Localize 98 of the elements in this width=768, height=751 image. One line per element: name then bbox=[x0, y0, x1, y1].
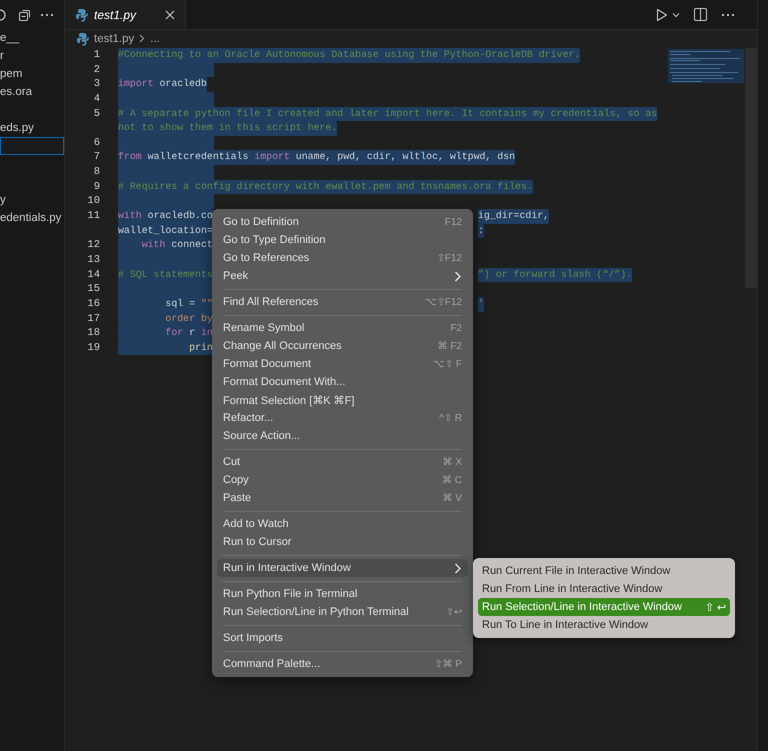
shortcut-text: ⌘ X bbox=[442, 456, 462, 468]
menu-item[interactable]: Peek bbox=[217, 267, 468, 285]
python-icon bbox=[75, 8, 88, 22]
shortcut-text: ⌥⇧F12 bbox=[424, 296, 462, 308]
file-item[interactable]: pem bbox=[0, 65, 64, 83]
code-text: ' bbox=[478, 296, 484, 312]
menu-item[interactable]: Go to References ⇧F12 bbox=[217, 249, 468, 267]
code-text: wallet_location= bbox=[118, 224, 213, 238]
line-number: 7 bbox=[92, 150, 101, 166]
code-text: not to show them in this script here. bbox=[118, 121, 338, 136]
line-number: 16 bbox=[86, 296, 101, 312]
line-number: 18 bbox=[86, 326, 101, 341]
more-icon[interactable] bbox=[721, 12, 735, 16]
chevron-right-icon bbox=[139, 34, 146, 43]
breadcrumb-item[interactable]: test1.py bbox=[94, 32, 134, 44]
line-number: 4 bbox=[92, 92, 101, 107]
code-text: for r in bbox=[118, 326, 213, 341]
scrollbar[interactable] bbox=[745, 48, 757, 288]
shortcut-text: F2 bbox=[450, 322, 462, 334]
code-text: # A separate python file I created and later import here. It contains my credentials, so as bbox=[118, 106, 658, 122]
menu-item[interactable]: Change All Occurrences ⌘ F2 bbox=[217, 337, 468, 355]
menu-item[interactable]: Command Palette... ⇧⌘ P bbox=[217, 655, 468, 673]
line-number: 13 bbox=[86, 252, 101, 268]
breadcrumb-item[interactable]: ... bbox=[150, 32, 160, 44]
code-text: with oracledb.co bbox=[118, 209, 213, 224]
shortcut-text: ⌥⇧ F bbox=[433, 358, 462, 370]
file-item[interactable]: e__ bbox=[0, 29, 64, 47]
shortcut-text: ⇧↩ bbox=[446, 606, 462, 618]
menu-item[interactable]: Sort Imports bbox=[217, 629, 468, 647]
menu-item[interactable]: Add to Watch bbox=[217, 515, 468, 533]
split-editor-icon[interactable] bbox=[694, 8, 707, 21]
collapse-icon[interactable] bbox=[18, 8, 32, 22]
code-text: with connect bbox=[118, 238, 213, 253]
line-number: 8 bbox=[92, 165, 101, 180]
line-number: 5 bbox=[92, 106, 101, 122]
menu-item[interactable]: Copy ⌘ C bbox=[217, 471, 468, 489]
menu-item[interactable]: Cut ⌘ X bbox=[217, 453, 468, 471]
menu-item[interactable]: Source Action... bbox=[217, 427, 468, 445]
menu-item[interactable]: Find All References ⌥⇧F12 bbox=[217, 293, 468, 311]
line-number: 19 bbox=[86, 340, 101, 356]
close-icon[interactable] bbox=[165, 10, 175, 20]
shortcut-text: ⌘ V bbox=[442, 492, 462, 504]
menu-item[interactable]: Run Selection/Line in Interactive Window ⇧ ↩ bbox=[478, 598, 730, 616]
menu-item[interactable]: Run To Line in Interactive Window bbox=[478, 616, 730, 634]
menu-item[interactable]: Go to Type Definition bbox=[217, 231, 468, 249]
line-number: 10 bbox=[86, 194, 101, 210]
shortcut-text: ⇧ ↩ bbox=[704, 600, 726, 614]
editor-tab[interactable]: test1.py bbox=[65, 0, 186, 29]
menu-item[interactable]: Format Document With... bbox=[217, 373, 468, 391]
file-item[interactable]: eds.py bbox=[0, 119, 64, 137]
menu-item[interactable]: Run Current File in Interactive Window bbox=[478, 562, 730, 580]
chevron-down-icon[interactable] bbox=[672, 12, 680, 18]
file-item[interactable]: es.ora bbox=[0, 83, 64, 101]
line-number: 2 bbox=[92, 62, 101, 78]
line-number: 6 bbox=[92, 136, 101, 150]
file-item[interactable] bbox=[0, 137, 64, 155]
menu-item[interactable]: Run in Interactive Window bbox=[217, 559, 468, 577]
code-text: sql = "" bbox=[118, 296, 213, 312]
menu-item[interactable]: Format Selection [⌘K ⌘F] bbox=[217, 391, 468, 409]
python-icon bbox=[76, 32, 89, 46]
menu-item[interactable]: Run Selection/Line in Python Terminal ⇧↩ bbox=[217, 603, 468, 621]
code-text: #Connecting to an Oracle Autonomous Database using the Python-OracleDB driver. bbox=[118, 48, 580, 63]
line-number: 15 bbox=[86, 282, 101, 297]
shortcut-text: ^⇧ R bbox=[439, 412, 462, 424]
line-number: 12 bbox=[86, 238, 101, 253]
menu-item[interactable]: Paste ⌘ V bbox=[217, 489, 468, 507]
code-text: : bbox=[478, 224, 484, 238]
menu-item[interactable]: Run From Line in Interactive Window bbox=[478, 580, 730, 598]
code-text: ig_dir=cdir, bbox=[478, 209, 550, 224]
file-item[interactable]: r bbox=[0, 47, 64, 65]
run-icon[interactable] bbox=[656, 8, 668, 22]
menu-item[interactable]: Rename Symbol F2 bbox=[217, 319, 468, 337]
shortcut-text: F12 bbox=[444, 216, 462, 228]
file-item[interactable]: y bbox=[0, 191, 64, 209]
menu-item[interactable]: Refactor... ^⇧ R bbox=[217, 409, 468, 427]
menu-item[interactable]: Format Document ⌥⇧ F bbox=[217, 355, 468, 373]
code-text: # SQL statements bbox=[118, 268, 213, 282]
shortcut-text: ⌘ F2 bbox=[438, 340, 462, 352]
line-number: 9 bbox=[92, 180, 101, 194]
code-text: import oracledb bbox=[118, 77, 207, 92]
menu-item[interactable]: Go to Definition F12 bbox=[217, 213, 468, 231]
line-number: 1 bbox=[92, 48, 101, 63]
file-item[interactable]: edentials.py bbox=[0, 209, 64, 227]
menu-item[interactable]: Run to Cursor bbox=[217, 533, 468, 551]
code-text: # Requires a config directory with ewallet.pem and tnsnames.ora files. bbox=[118, 180, 533, 194]
menu-item[interactable]: Run Python File in Terminal bbox=[217, 585, 468, 603]
code-text: prin bbox=[118, 340, 213, 356]
shortcut-text: ⇧F12 bbox=[436, 252, 462, 264]
line-number: 14 bbox=[86, 268, 101, 282]
line-number: 17 bbox=[86, 312, 101, 326]
minimap-drawing[interactable] bbox=[668, 49, 744, 83]
line-number: 11 bbox=[86, 209, 101, 224]
code-text: from walletcredentials import uname, pwd, cdir, wltloc, wltpwd, dsn bbox=[118, 150, 516, 166]
code-text: order by bbox=[118, 312, 213, 326]
shortcut-text: ⌘ C bbox=[442, 474, 462, 486]
line-number: 3 bbox=[92, 77, 101, 92]
shortcut-text: ⇧⌘ P bbox=[434, 658, 462, 670]
code-text: ”) or forward slash (“/”). bbox=[478, 268, 632, 282]
